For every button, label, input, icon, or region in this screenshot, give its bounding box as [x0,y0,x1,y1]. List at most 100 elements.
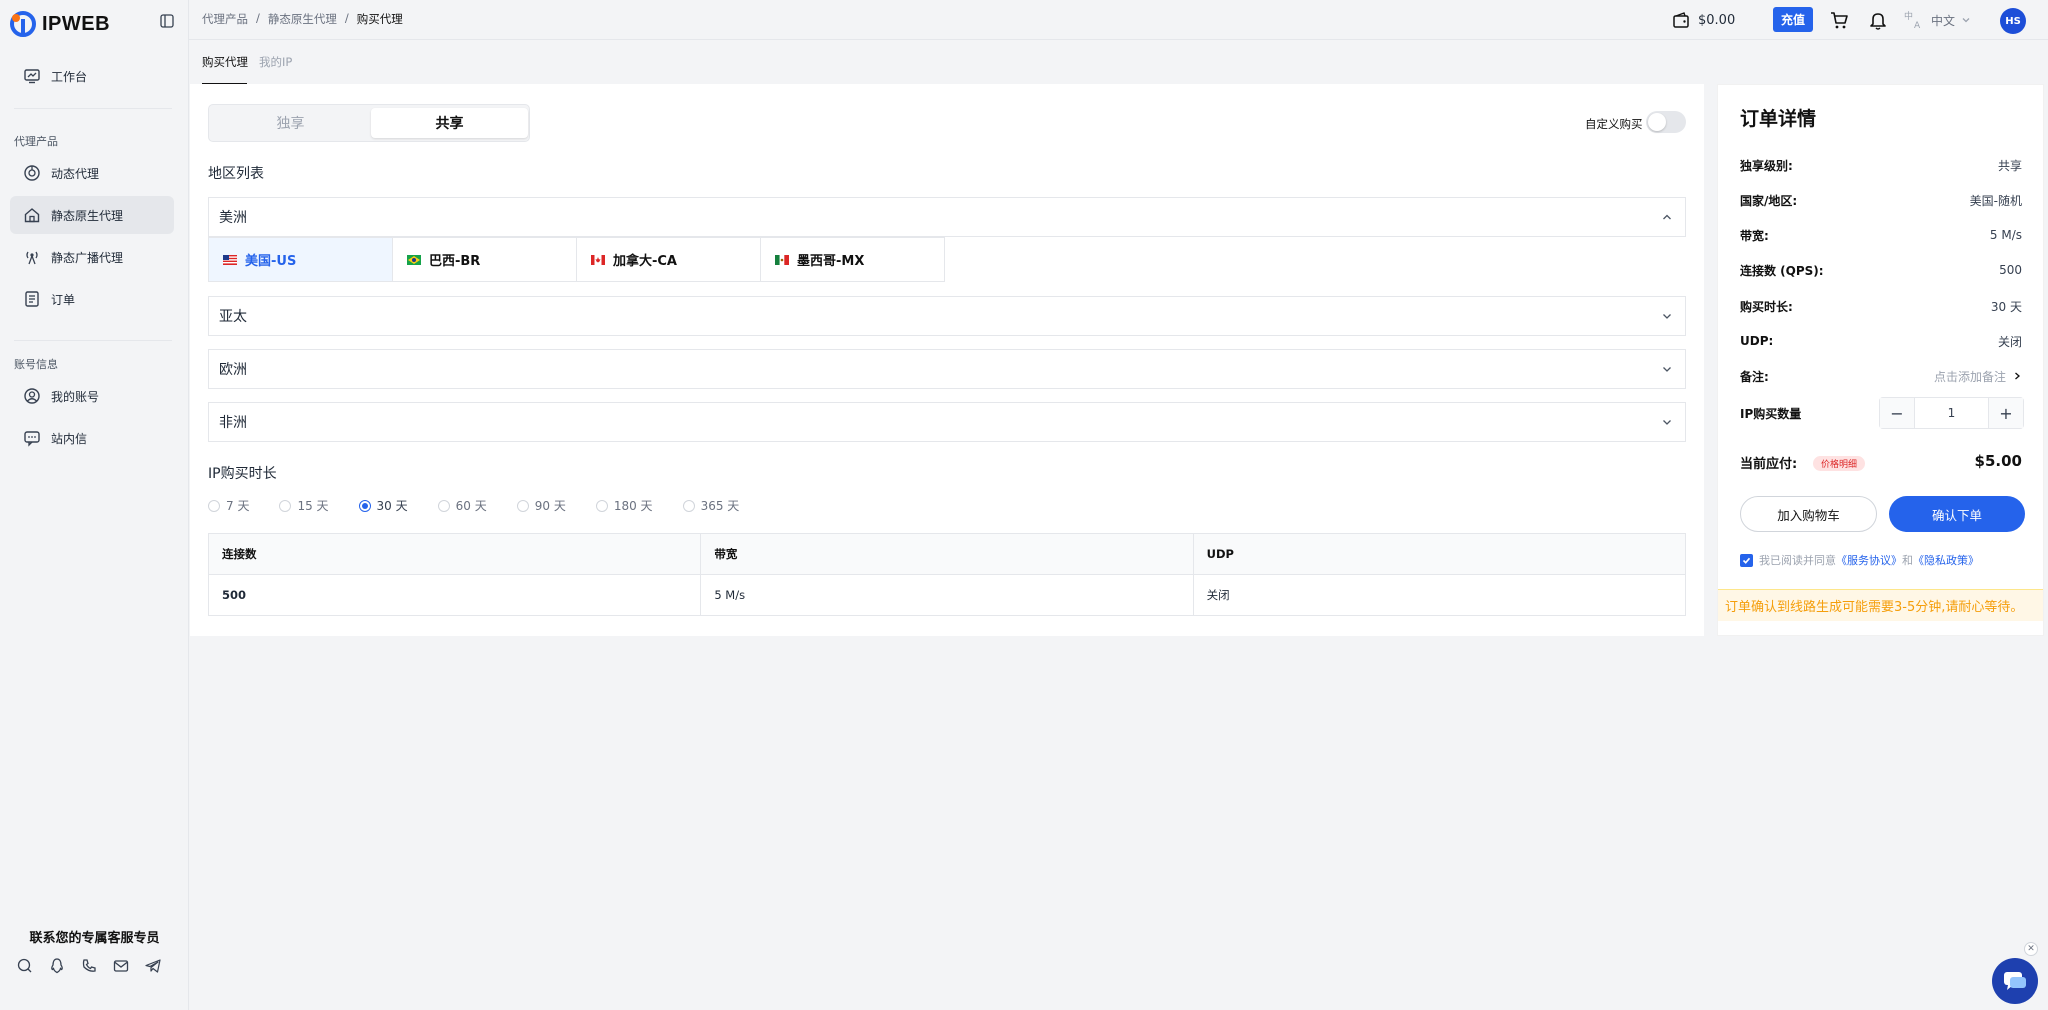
logo-text: IPWEB [42,12,111,35]
country-mx[interactable]: 墨西哥-MX [760,237,945,282]
mx-flag-icon [775,254,789,265]
tab-my-ip[interactable]: 我的IP [259,54,292,70]
confirm-order-button[interactable]: 确认下单 [1889,496,2025,532]
sidebar-item-my-account[interactable]: 我的账号 [10,377,174,415]
telegram-icon[interactable] [144,957,162,975]
bell-icon[interactable] [1867,9,1889,31]
order-key: 带宽: [1740,228,1769,243]
increment-button[interactable]: + [1989,398,2023,428]
order-value: 美国-随机 [1969,193,2022,208]
radio-dot [437,499,450,512]
toggle-knob [1648,113,1666,131]
sidebar-item-static-broadcast-proxy[interactable]: 静态广播代理 [10,238,174,276]
recharge-button[interactable]: 充值 [1773,7,1813,32]
region-accordion-asia-pacific[interactable]: 亚太 [208,296,1686,336]
live-chat-button[interactable] [1992,958,2038,1004]
sidebar-collapse-icon[interactable] [160,14,174,28]
sidebar-item-label: 静态原生代理 [51,208,124,223]
order-row-region: 国家/地区: 美国-随机 [1740,190,2022,210]
agreement-row: 我已阅读并同意《服务协议》和《隐私政策》 [1740,552,1979,568]
region-label: 欧洲 [219,362,247,378]
exclusive-shared-segment: 独享 共享 [208,104,530,142]
sidebar-item-workbench[interactable]: 工作台 [10,57,174,95]
segment-shared[interactable]: 共享 [371,108,528,138]
email-icon[interactable] [112,957,130,975]
duration-option[interactable]: 365 天 [682,497,739,514]
language-select[interactable]: 中A 中文 [1903,9,1971,31]
breadcrumb-current: 购买代理 [356,12,403,26]
sidebar-item-dynamic-proxy[interactable]: 动态代理 [10,154,174,192]
radio-dot [208,499,220,512]
contact-icons [16,957,162,975]
duration-option[interactable]: 90 天 [516,497,566,514]
country-label: 美国-US [245,254,297,269]
cart-icon[interactable] [1828,9,1850,31]
home-icon [23,206,41,224]
table-cell: 5 M/s [700,574,1194,616]
svg-text:中: 中 [1904,10,1913,22]
language-label: 中文 [1931,13,1956,28]
order-row-duration: 购买时长: 30 天 [1740,296,2022,316]
duration-option-selected[interactable]: 30 天 [358,497,408,514]
decrement-button[interactable]: − [1880,398,1914,428]
table-cell: 关闭 [1192,574,1687,616]
custom-purchase-label: 自定义购买 [1585,117,1643,131]
globe-icon [23,164,41,182]
duration-option[interactable]: 180 天 [595,497,653,514]
order-row-bandwidth: 带宽: 5 M/s [1740,225,2022,245]
price-detail-badge[interactable]: 价格明细 [1813,456,1866,471]
quantity-input[interactable]: 1 [1914,398,1989,428]
qty-label-row: IP购买数量 [1740,403,1801,423]
chat-icon[interactable] [16,957,34,975]
custom-purchase-toggle[interactable] [1646,111,1686,133]
region-accordion-americas[interactable]: 美洲 [208,197,1686,237]
breadcrumb-item[interactable]: 代理产品 [202,11,248,27]
country-us[interactable]: 美国-US [208,237,393,282]
agreement-checkbox[interactable] [1740,553,1753,567]
order-row-level: 独享级别: 共享 [1740,155,2022,175]
region-accordion-europe[interactable]: 欧洲 [208,349,1686,389]
add-note-link[interactable]: 点击添加备注 [1934,368,2022,385]
duration-option[interactable]: 60 天 [437,497,487,514]
close-icon[interactable]: ✕ [2024,942,2038,956]
table-header-row: 连接数 带宽 UDP [207,533,1687,575]
message-icon [23,429,41,447]
table-row: 500 5 M/s 关闭 [207,574,1687,616]
sidebar-item-static-native-proxy[interactable]: 静态原生代理 [10,196,174,234]
add-to-cart-button[interactable]: 加入购物车 [1740,496,1877,532]
qq-icon[interactable] [48,957,66,975]
sidebar-item-messages[interactable]: 站内信 [10,419,174,457]
service-agreement-link[interactable]: 《服务协议》 [1836,554,1902,567]
tab-buy-proxy[interactable]: 购买代理 [202,54,248,70]
order-title: 订单详情 [1740,108,1817,130]
wallet-balance[interactable]: $0.00 [1672,0,1735,40]
sidebar-item-label: 站内信 [51,431,88,446]
radio-dot [358,499,371,512]
order-row-note[interactable]: 备注: 点击添加备注 [1740,366,2022,386]
duration-label: 90 天 [534,499,566,513]
phone-icon[interactable] [80,957,98,975]
segment-exclusive[interactable]: 独享 [212,108,369,138]
br-flag-icon [407,254,421,265]
region-accordion-africa[interactable]: 非洲 [208,402,1686,442]
privacy-policy-link[interactable]: 《隐私政策》 [1913,554,1979,567]
country-br[interactable]: 巴西-BR [392,237,577,282]
radio-dot [516,499,529,512]
duration-option[interactable]: 15 天 [279,497,329,514]
sidebar-item-orders[interactable]: 订单 [10,280,174,318]
country-ca[interactable]: 加拿大-CA [576,237,761,282]
nav-group-account: 账号信息 [14,358,58,371]
table-header-cell: 带宽 [700,533,1194,575]
duration-option[interactable]: 7 天 [208,497,249,514]
agreement-text: 我已阅读并同意《服务协议》和《隐私政策》 [1759,554,1979,567]
topbar: 代理产品 / 静态原生代理 / 购买代理 $0.00 充值 中A 中文 HS [189,0,2048,40]
avatar[interactable]: HS [2000,8,2026,34]
order-row-qps: 连接数 (QPS): 500 [1740,260,2022,280]
contact-title: 联系您的专属客服专员 [29,931,160,946]
balance-amount: $0.00 [1698,12,1736,28]
breadcrumb-item[interactable]: 静态原生代理 [268,11,337,27]
us-flag-icon [223,254,237,265]
chevron-right-icon [2012,371,2022,381]
radio-dot [682,499,695,512]
logo[interactable]: IPWEB [8,9,110,39]
